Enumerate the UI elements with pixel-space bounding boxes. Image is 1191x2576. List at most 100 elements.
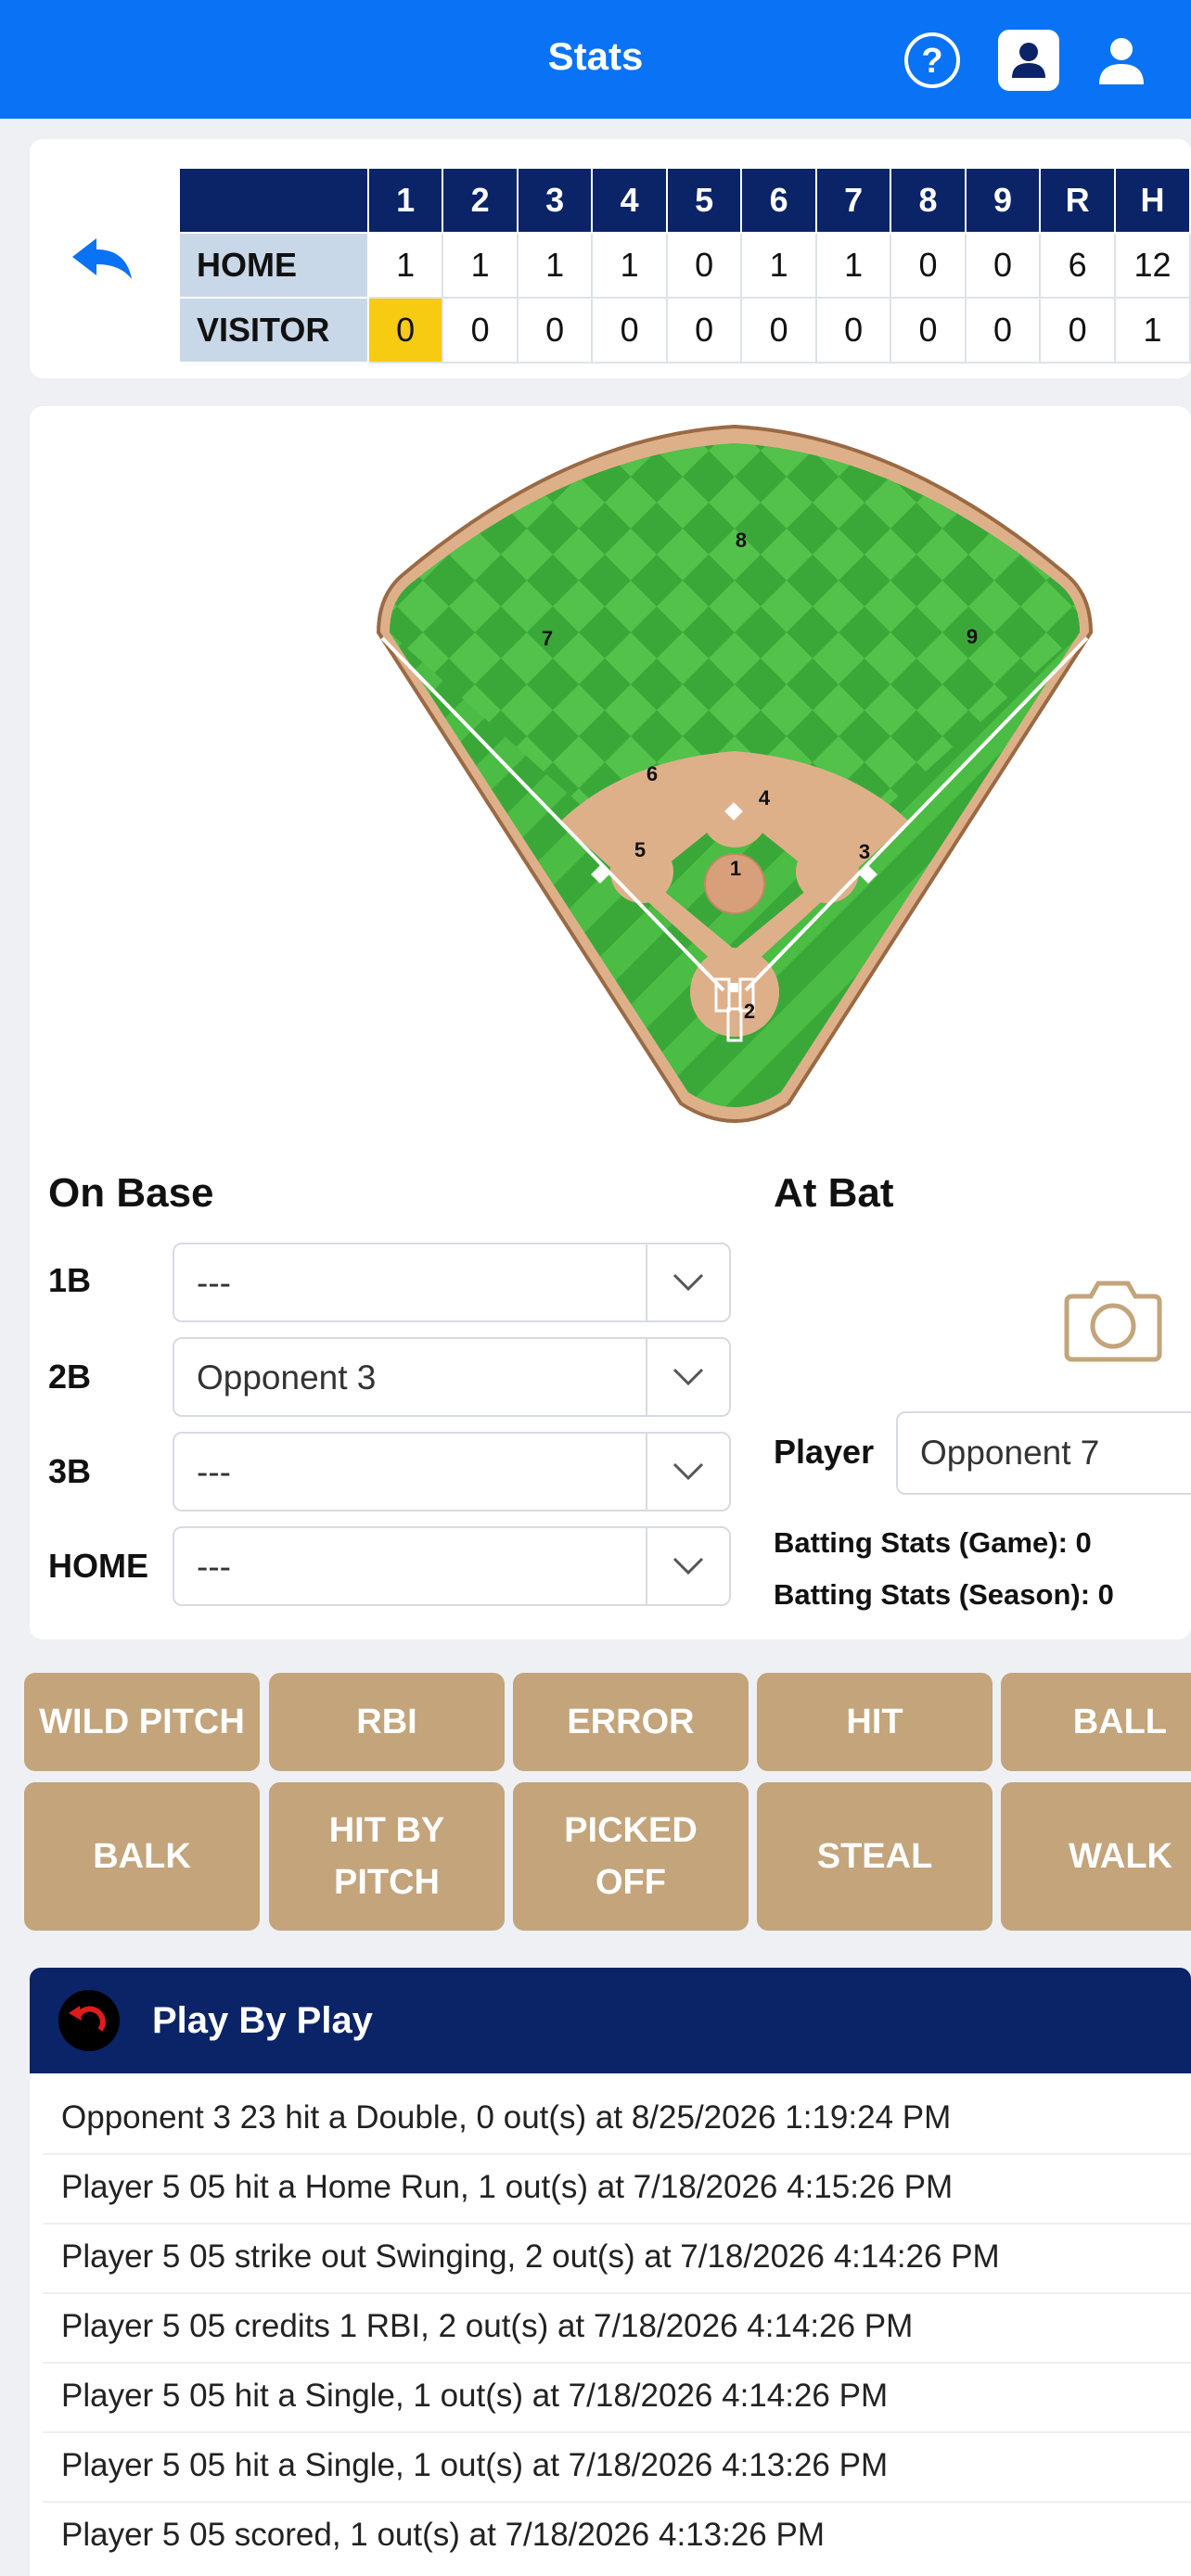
picked-off-button[interactable]: PICKED OFF: [513, 1782, 749, 1931]
on-base-title: On Base: [48, 1170, 214, 1216]
player-value: Opponent 7: [920, 1434, 1100, 1472]
score-cell: 0: [591, 297, 668, 363]
error-button[interactable]: ERROR: [513, 1673, 749, 1771]
chevron-down-icon: [646, 1528, 729, 1604]
inning-header: 3: [516, 167, 594, 234]
score-cell: 1: [516, 232, 594, 299]
hit-button[interactable]: HIT: [757, 1673, 992, 1771]
inning-header: 2: [442, 167, 519, 234]
hits-header: H: [1113, 167, 1191, 234]
play-item: Player 5 05 hit a Single, 1 out(s) at 7/…: [61, 2378, 889, 2414]
base-label-home: HOME: [48, 1547, 148, 1585]
scoreboard-table: 1 2 3 4 5 6 7 8 9 R H HOME 1 1 1 1 0 1 1…: [178, 167, 1191, 363]
base-label-1b: 1B: [48, 1261, 92, 1299]
score-cell: 0: [964, 297, 1042, 363]
score-cell: 0: [814, 297, 892, 363]
score-cell: 0: [665, 232, 743, 299]
player-label: Player: [774, 1433, 875, 1471]
play-item: Player 5 05 hit a Home Run, 1 out(s) at …: [61, 2169, 954, 2205]
inning-header: 4: [591, 167, 668, 234]
score-cell: 0: [890, 297, 967, 363]
batting-stats-game: Batting Stats (Game): 0: [774, 1526, 1092, 1559]
select-value: Opponent 3: [197, 1358, 377, 1396]
base-label-2b: 2B: [48, 1358, 92, 1396]
first-base-select[interactable]: ---: [173, 1243, 731, 1322]
play-item: Player 5 05 hit a Single, 1 out(s) at 7/…: [61, 2447, 889, 2483]
chevron-down-icon: [646, 1434, 729, 1510]
balk-button[interactable]: BALK: [24, 1782, 260, 1931]
home-plate: [729, 983, 738, 992]
position-label: 8: [736, 529, 747, 552]
walk-button[interactable]: WALK: [1001, 1782, 1191, 1931]
score-cell: 0: [516, 297, 594, 363]
rbi-button[interactable]: RBI: [269, 1673, 505, 1771]
back-arrow-icon[interactable]: [69, 236, 135, 288]
position-label: 4: [759, 786, 771, 810]
base-label-3b: 3B: [48, 1452, 92, 1490]
position-label: 1: [730, 857, 741, 880]
divider: [43, 2501, 1191, 2503]
scoreboard-header-row: 1 2 3 4 5 6 7 8 9 R H: [178, 167, 1191, 234]
inning-header: 6: [740, 167, 817, 234]
play-item: Player 5 05 strike out Swinging, 2 out(s…: [61, 2238, 1000, 2275]
ball-button[interactable]: BALL: [1001, 1673, 1191, 1771]
button-line: HIT BY: [328, 1811, 445, 1850]
score-cell: 0: [964, 232, 1042, 299]
inning-header: 9: [964, 167, 1042, 234]
select-value: ---: [197, 1453, 231, 1491]
play-item: Player 5 05 scored, 1 out(s) at 7/18/202…: [61, 2517, 825, 2553]
select-value: ---: [197, 1548, 231, 1586]
divider: [43, 2362, 1191, 2364]
runs-cell: 0: [1039, 297, 1116, 363]
score-cell: 0: [740, 297, 817, 363]
position-label: 7: [542, 627, 553, 650]
wild-pitch-button[interactable]: WILD PITCH: [24, 1673, 260, 1771]
camera-icon[interactable]: [1057, 1274, 1169, 1367]
help-icon[interactable]: ?: [900, 28, 965, 93]
score-cell: 0: [890, 232, 967, 299]
third-base-select[interactable]: ---: [173, 1432, 731, 1511]
team-name: VISITOR: [178, 297, 369, 363]
play-by-play-title: Play By Play: [152, 2000, 373, 2041]
id-badge-icon[interactable]: [996, 28, 1061, 93]
score-cell: 0: [442, 297, 519, 363]
select-value: ---: [197, 1264, 231, 1302]
button-line: OFF: [596, 1863, 666, 1902]
runs-header: R: [1039, 167, 1116, 234]
position-label: 3: [859, 840, 870, 863]
user-icon[interactable]: [1089, 28, 1154, 93]
play-item: Opponent 3 23 hit a Double, 0 out(s) at …: [61, 2099, 952, 2136]
divider: [43, 2153, 1191, 2155]
scoreboard-row-home: HOME 1 1 1 1 0 1 1 0 0 6 12: [178, 232, 1191, 299]
score-cell: 1: [740, 232, 817, 299]
hit-by-pitch-button[interactable]: HIT BY PITCH: [269, 1782, 505, 1931]
inning-header: 1: [366, 167, 444, 234]
undo-icon[interactable]: [58, 1989, 121, 2052]
play-item: Player 5 05 credits 1 RBI, 2 out(s) at 7…: [61, 2308, 914, 2344]
batting-stats-season: Batting Stats (Season): 0: [774, 1578, 1114, 1611]
scoreboard-corner: [178, 167, 369, 234]
home-base-select[interactable]: ---: [173, 1526, 731, 1606]
current-inning-cell: 0: [366, 297, 444, 363]
svg-text:?: ?: [921, 42, 942, 81]
button-line: PITCH: [334, 1863, 440, 1902]
inning-header: 7: [814, 167, 892, 234]
position-label: 5: [634, 838, 646, 861]
player-field[interactable]: Opponent 7: [896, 1411, 1191, 1495]
hits-cell: 12: [1113, 232, 1191, 299]
position-label: 2: [744, 1000, 755, 1023]
divider: [43, 2431, 1191, 2433]
at-bat-title: At Bat: [774, 1170, 894, 1216]
top-bar: Stats ?: [0, 0, 1191, 119]
second-base-select[interactable]: Opponent 3: [173, 1337, 731, 1417]
score-cell: 1: [591, 232, 668, 299]
steal-button[interactable]: STEAL: [757, 1782, 992, 1931]
score-cell: 1: [814, 232, 892, 299]
team-name: HOME: [178, 232, 369, 299]
button-line: PICKED: [564, 1811, 698, 1850]
chevron-down-icon: [646, 1339, 729, 1415]
score-cell: 1: [442, 232, 519, 299]
baseball-field[interactable]: 1 2 3 4 5 6 7 8 9: [345, 425, 1124, 1135]
divider: [43, 2223, 1191, 2225]
divider: [43, 2292, 1191, 2294]
